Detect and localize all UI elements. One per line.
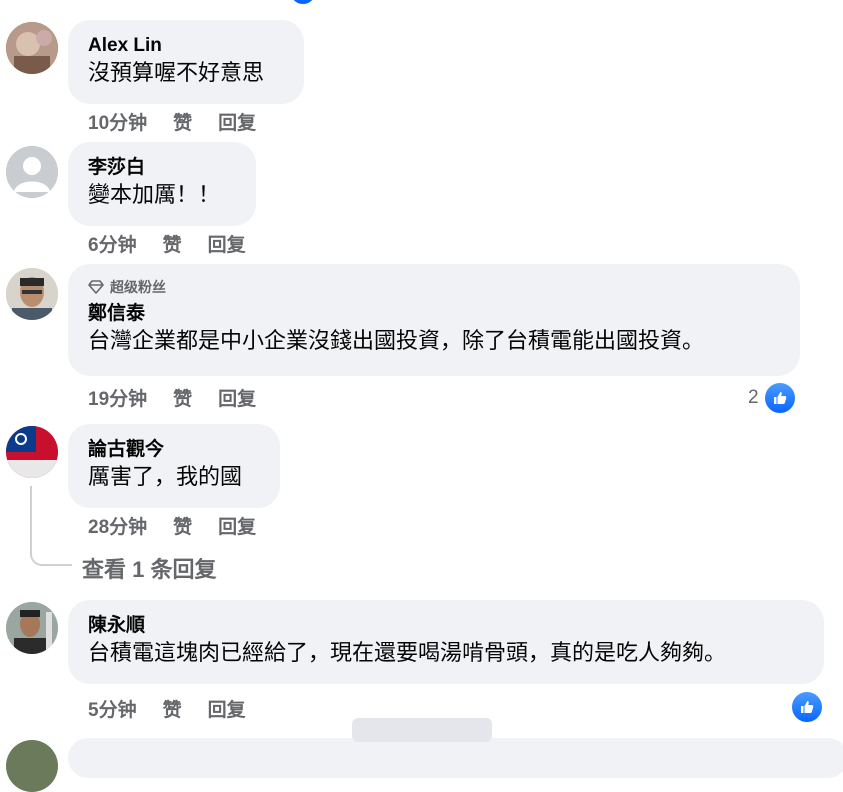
comment-text: 變本加厲！！ [88, 182, 221, 207]
like-reaction-icon [292, 0, 314, 4]
like-button[interactable]: 赞 [163, 695, 182, 722]
comment-time[interactable]: 5分钟 [88, 695, 137, 722]
comment-author[interactable]: 論古觀今 [88, 438, 260, 462]
reaction-summary[interactable]: 2 [748, 381, 797, 415]
reply-button[interactable]: 回复 [218, 384, 256, 411]
comment-text: 沒預算喔不好意思 [88, 60, 265, 85]
comment-author[interactable]: 陳永順 [88, 614, 804, 638]
comment-bubble [68, 738, 843, 778]
reply-button[interactable]: 回复 [218, 108, 256, 135]
avatar[interactable] [6, 602, 58, 654]
badge-label: 超级粉丝 [110, 279, 166, 295]
comment-actions: 6分钟 赞 回复 [88, 230, 246, 256]
reply-button[interactable]: 回复 [208, 230, 246, 257]
thumbs-up-icon [762, 381, 797, 415]
comment-bubble: 論古觀今 厲害了，我的國 [68, 424, 280, 508]
reply-thread-line [30, 486, 72, 566]
reply-button[interactable]: 回复 [218, 512, 256, 539]
default-avatar-icon [6, 146, 58, 198]
comment-text: 厲害了，我的國 [88, 464, 243, 489]
watermark-bar [352, 718, 492, 742]
like-button[interactable]: 赞 [173, 512, 192, 539]
comment-bubble: Alex Lin 沒預算喔不好意思 [68, 20, 304, 104]
avatar[interactable] [6, 22, 58, 74]
like-button[interactable]: 赞 [173, 108, 192, 135]
avatar[interactable] [6, 146, 58, 198]
thumbs-up-icon [790, 690, 824, 724]
comment-actions: 10分钟 赞 回复 [88, 108, 256, 134]
reaction-summary[interactable] [790, 690, 824, 724]
comment-time[interactable]: 6分钟 [88, 230, 137, 257]
avatar[interactable] [6, 426, 58, 478]
comment-time[interactable]: 28分钟 [88, 512, 147, 539]
reply-button[interactable]: 回复 [208, 695, 246, 722]
comment-actions: 19分钟 赞 回复 [88, 384, 256, 410]
comment-author[interactable]: 李莎白 [88, 156, 236, 180]
like-button[interactable]: 赞 [163, 230, 182, 257]
avatar[interactable] [6, 268, 58, 320]
comment-time[interactable]: 19分钟 [88, 384, 147, 411]
like-button[interactable]: 赞 [173, 384, 192, 411]
comment-text: 台積電這塊肉已經給了，現在還要喝湯啃骨頭，真的是吃人夠夠。 [88, 640, 727, 665]
comment-text: 台灣企業都是中小企業沒錢出國投資，除了台積電能出國投資。 [88, 328, 705, 353]
avatar[interactable] [6, 740, 58, 792]
comment-time[interactable]: 10分钟 [88, 108, 147, 135]
comment-bubble: 陳永順 台積電這塊肉已經給了，現在還要喝湯啃骨頭，真的是吃人夠夠。 [68, 600, 824, 684]
comment-actions: 28分钟 赞 回复 [88, 512, 256, 538]
reaction-count: 2 [748, 387, 759, 408]
comment-author[interactable]: 鄭信泰 [88, 302, 780, 326]
view-replies-link[interactable]: 查看 1 条回复 [82, 552, 216, 584]
comment-author[interactable]: Alex Lin [88, 34, 284, 58]
comment-bubble: 李莎白 變本加厲！！ [68, 142, 256, 226]
top-fan-badge: 超级粉丝 [88, 278, 780, 296]
comment-actions: 5分钟 赞 回复 [88, 695, 246, 721]
comment-bubble: 超级粉丝 鄭信泰 台灣企業都是中小企業沒錢出國投資，除了台積電能出國投資。 [68, 264, 800, 376]
diamond-icon [88, 280, 104, 294]
